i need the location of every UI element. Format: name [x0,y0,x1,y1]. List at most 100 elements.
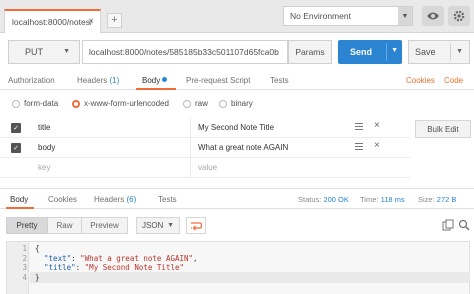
hamburger-icon[interactable] [355,123,363,131]
new-value-input[interactable]: value [198,163,217,172]
save-button[interactable]: Save ▼ [408,40,470,64]
save-divider [450,44,451,60]
gear-icon [453,10,465,22]
plus-icon: + [111,14,118,26]
send-label: Send [350,47,373,57]
code-line: "text": "What a great note AGAIN", [44,254,198,263]
json-value: "What a great note AGAIN" [80,254,194,263]
params-button[interactable]: Params [288,40,332,64]
tab-response-cookies[interactable]: Cookies [48,195,77,204]
close-icon[interactable]: × [88,16,94,27]
delete-row-icon[interactable]: × [374,120,380,131]
new-key-input[interactable]: key [38,163,50,172]
response-body-viewer[interactable]: 1 { 2 "text": "What a great note AGAIN",… [6,241,470,294]
radio-form-data[interactable]: form-data [12,99,58,108]
kv-key-field[interactable]: body [38,143,55,152]
json-comma: , [193,254,198,263]
request-tab-label: localhost:8000/notes/ [12,17,93,27]
status-readout: Status: 200 OK [298,195,349,204]
tab-headers-label: Headers [77,76,108,85]
tab-authorization[interactable]: Authorization [8,76,55,85]
status-label: Status: [298,195,322,204]
size-label: Size: [418,195,435,204]
format-value: JSON [142,221,164,230]
url-value: localhost:8000/notes/585185b33c501107d65… [89,47,279,57]
request-tab[interactable]: localhost:8000/notes/ × [4,9,101,33]
top-tab-bar: localhost:8000/notes/ × + No Environment… [0,0,474,33]
response-tabs: Body Cookies Headers (6) Tests Status: 2… [0,188,474,209]
save-label: Save [415,47,436,57]
new-tab-button[interactable]: + [107,13,122,28]
active-line-highlight [30,272,470,283]
method-select[interactable]: PUT ▼ [8,40,80,64]
radio-binary-label: binary [231,99,253,108]
environment-select[interactable]: No Environment ▼ [283,6,413,26]
radio-circle [219,99,227,108]
params-label: Params [295,47,325,57]
wrap-icon [191,221,202,230]
bulk-edit-button[interactable]: Bulk Edit [415,120,471,138]
format-select[interactable]: JSON ▼ [136,217,180,234]
chevron-down-icon: ▼ [398,7,412,25]
tab-response-tests[interactable]: Tests [158,195,177,204]
tab-headers[interactable]: Headers (1) [77,76,119,85]
search-icon[interactable] [458,219,470,231]
preview-button[interactable]: Preview [82,217,128,234]
send-divider [386,43,387,61]
tab-tests[interactable]: Tests [270,76,289,85]
manage-environments-button[interactable] [448,6,470,26]
tab-response-body[interactable]: Body [10,195,28,204]
body-type-radios: form-data x-www-form-urlencoded raw bina… [0,96,474,112]
kv-value-field[interactable]: My Second Note Title [198,123,274,132]
hamburger-icon[interactable] [355,143,363,151]
line-number: 2 [22,254,27,263]
size-readout: Size: 272 B [418,195,456,204]
active-response-tab-underline [6,207,34,209]
code-line: "title": "My Second Note Title" [44,263,185,272]
send-button[interactable]: Send ▼ [338,40,402,64]
radio-urlencoded[interactable]: x-www-form-urlencoded [72,99,169,108]
environment-quick-look-button[interactable] [422,6,444,26]
tab-headers-count: (1) [109,76,120,85]
body-indicator-dot [162,77,168,82]
raw-button[interactable]: Raw [48,217,82,234]
time-label: Time: [360,195,379,204]
tab-body[interactable]: Body [142,76,168,85]
chevron-down-icon[interactable]: ▼ [391,47,398,54]
eye-icon [427,12,439,20]
radio-raw-label: raw [195,99,208,108]
row-enabled-checkbox[interactable]: ✓ [11,123,21,133]
environment-select-value: No Environment [290,11,351,21]
kv-row: ✓ title My Second Note Title × [0,118,410,138]
json-key: "text" [44,254,72,263]
url-input[interactable]: localhost:8000/notes/585185b33c501107d65… [82,40,288,64]
tab-pre-request-script[interactable]: Pre-request Script [186,76,250,85]
copy-icon[interactable] [442,219,454,231]
pretty-button[interactable]: Pretty [6,217,48,234]
row-enabled-checkbox[interactable]: ✓ [11,143,21,153]
line-number: 4 [22,273,27,282]
tab-response-headers-count: (6) [126,195,137,204]
kv-value-field[interactable]: What a great note AGAIN [198,143,288,152]
line-number: 3 [22,263,27,272]
kv-row-new: key value [0,158,410,178]
delete-row-icon[interactable]: × [374,140,380,151]
line-number: 1 [22,244,27,253]
cookies-link[interactable]: Cookies [406,76,435,85]
radio-circle [183,99,191,108]
kv-key-field[interactable]: title [38,123,50,132]
raw-label: Raw [56,221,73,230]
radio-binary[interactable]: binary [219,99,253,108]
bulk-edit-label: Bulk Edit [427,124,459,134]
size-value: 272 B [436,195,457,204]
tab-response-headers-label: Headers [94,195,125,204]
radio-raw[interactable]: raw [183,99,208,108]
chevron-down-icon[interactable]: ▼ [456,48,463,55]
tab-response-headers[interactable]: Headers (6) [94,195,136,204]
json-key: "title" [44,263,76,272]
active-tab-underline [136,88,176,90]
pretty-label: Pretty [16,221,38,230]
code-link[interactable]: Code [444,76,463,85]
radio-circle-selected [72,99,80,108]
wrap-lines-button[interactable] [186,217,206,234]
